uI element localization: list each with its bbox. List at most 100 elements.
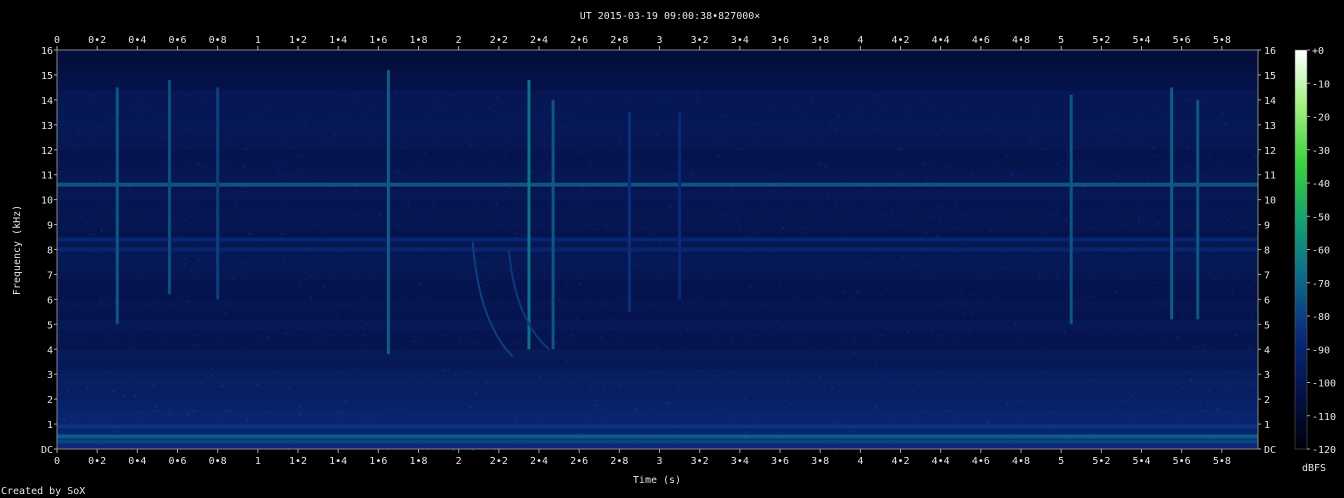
noise-speck: [1216, 408, 1219, 411]
noise-speck: [450, 94, 453, 97]
noise-speck: [917, 328, 920, 331]
noise-speck: [619, 383, 622, 386]
noise-speck: [431, 99, 434, 102]
noise-speck: [544, 122, 547, 125]
noise-speck: [1091, 391, 1094, 394]
noise-speck: [629, 98, 632, 101]
noise-speck: [855, 222, 858, 225]
noise-speck: [1124, 274, 1127, 277]
noise-speck: [184, 218, 187, 221]
noise-speck: [899, 148, 902, 151]
noise-speck: [405, 351, 408, 354]
noise-speck: [539, 359, 542, 362]
noise-speck: [778, 322, 781, 325]
noise-speck: [562, 429, 565, 432]
noise-speck: [465, 140, 468, 143]
noise-speck: [847, 203, 850, 206]
noise-speck: [65, 336, 68, 339]
noise-speck: [549, 396, 552, 399]
noise-speck: [1030, 245, 1033, 248]
noise-speck: [361, 344, 364, 347]
noise-speck: [841, 155, 844, 158]
noise-speck: [936, 234, 939, 237]
noise-speck: [1205, 409, 1208, 412]
noise-speck: [933, 130, 936, 133]
noise-speck: [221, 319, 224, 322]
noise-speck: [1179, 90, 1182, 93]
noise-speck: [346, 334, 349, 337]
noise-speck: [360, 325, 363, 328]
noise-speck: [785, 141, 788, 144]
noise-speck: [231, 277, 234, 280]
y-tick-label: 3: [1264, 370, 1270, 381]
noise-speck: [513, 315, 516, 318]
noise-speck: [244, 260, 247, 263]
noise-speck: [1113, 357, 1116, 360]
noise-speck: [837, 390, 840, 393]
noise-speck: [672, 258, 675, 261]
noise-speck: [442, 309, 445, 312]
noise-speck: [226, 275, 229, 278]
noise-speck: [1158, 121, 1161, 124]
noise-speck: [567, 312, 570, 315]
noise-band: [57, 309, 1258, 320]
vertical-event: [1069, 94, 1073, 325]
noise-speck: [677, 360, 680, 363]
noise-speck: [790, 402, 793, 405]
noise-speck: [983, 275, 986, 278]
noise-speck: [1153, 344, 1156, 347]
noise-speck: [75, 145, 78, 148]
noise-speck: [736, 198, 739, 201]
noise-speck: [947, 409, 950, 412]
y-tick-label: 9: [47, 221, 53, 232]
noise-speck: [186, 413, 189, 416]
noise-speck: [925, 179, 928, 182]
noise-speck: [106, 253, 109, 256]
y-tick-label: 5: [47, 320, 53, 331]
noise-speck: [669, 206, 672, 209]
noise-speck: [225, 313, 228, 316]
noise-speck: [1175, 215, 1178, 218]
noise-speck: [1201, 174, 1204, 177]
noise-speck: [887, 432, 890, 435]
noise-speck: [118, 199, 121, 202]
noise-speck: [1111, 138, 1114, 141]
noise-speck: [243, 210, 246, 213]
noise-speck: [150, 360, 153, 363]
noise-speck: [980, 212, 983, 215]
noise-speck: [696, 369, 699, 372]
noise-speck: [338, 94, 341, 97]
noise-speck: [99, 443, 102, 446]
noise-speck: [1046, 262, 1049, 265]
noise-speck: [349, 117, 352, 120]
noise-speck: [740, 408, 743, 411]
noise-speck: [937, 342, 940, 345]
noise-speck: [717, 374, 720, 377]
noise-speck: [829, 269, 832, 272]
noise-speck: [103, 305, 106, 308]
noise-speck: [491, 270, 494, 273]
noise-speck: [652, 176, 655, 179]
noise-band: [57, 169, 1258, 181]
noise-speck: [524, 257, 527, 260]
y-tick-label: 15: [1264, 71, 1276, 82]
noise-speck: [236, 354, 239, 357]
noise-speck: [1119, 391, 1122, 394]
noise-speck: [320, 397, 323, 400]
noise-speck: [1098, 93, 1101, 96]
noise-speck: [683, 143, 686, 146]
noise-speck: [365, 323, 368, 326]
y-tick-label: 16: [1264, 46, 1276, 57]
noise-speck: [578, 428, 581, 431]
noise-speck: [1074, 232, 1077, 235]
noise-speck: [128, 333, 131, 336]
noise-speck: [1019, 417, 1022, 420]
x-tick-label: 3: [656, 35, 662, 46]
x-tick-label: 2•2: [490, 456, 508, 467]
noise-speck: [280, 173, 283, 176]
noise-speck: [323, 141, 326, 144]
noise-speck: [1113, 331, 1116, 334]
vertical-event: [678, 112, 682, 300]
noise-speck: [200, 317, 203, 320]
noise-speck: [427, 118, 430, 121]
